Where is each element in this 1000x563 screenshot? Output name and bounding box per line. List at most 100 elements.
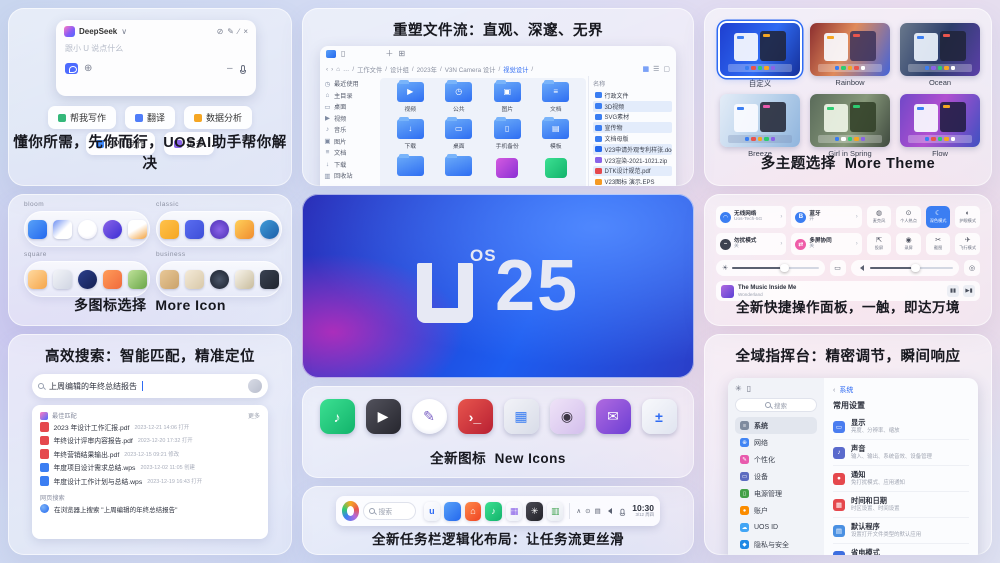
icon-set-business[interactable]: business [156, 251, 282, 297]
setting-item-display[interactable]: ▭显示亮度、分辨率、缩放 [833, 414, 969, 440]
launcher-icon[interactable] [342, 501, 359, 521]
deepseek-mode-icon[interactable] [65, 63, 78, 74]
audio-output-button[interactable]: ◎ [964, 260, 980, 276]
slider-knob[interactable] [780, 264, 789, 273]
resize-icon[interactable]: ∕ [238, 28, 239, 36]
action-analytics-button[interactable]: 数据分析 [184, 106, 252, 129]
web-search-row[interactable]: 在浏览器上搜索 "上周编辑的年终总结报告" [40, 502, 260, 516]
panel-file-row[interactable]: SVG素材 [593, 112, 672, 123]
panel-file-row[interactable]: 行政文件 [593, 90, 672, 101]
back-icon[interactable]: ‹ [326, 66, 328, 73]
dock-browser-icon[interactable]: u [424, 502, 441, 521]
tray-status-icon[interactable]: ⊙ [585, 507, 590, 515]
panel-file-row[interactable]: V23渲染-2021-1021.zip [593, 155, 672, 166]
panel-file-row[interactable]: DTK设计规范.pdf [593, 166, 672, 177]
model-selector[interactable]: DeepSeek [79, 27, 117, 36]
cc-nav-system[interactable]: ≡系统 [735, 417, 817, 434]
dock-file-manager-icon[interactable] [444, 502, 461, 521]
sidebar-item-recent[interactable]: ◷最近使用 [324, 78, 374, 90]
folder-item[interactable] [386, 156, 435, 186]
cc-nav-network[interactable]: ⊕网络 [735, 434, 817, 451]
tray-keyboard-icon[interactable]: ▤ [595, 507, 601, 515]
cc-nav-privacy[interactable]: ◆隐私与安全 [735, 536, 817, 553]
back-icon[interactable]: ‹ [833, 387, 835, 394]
folder-item[interactable]: ◷公共 [435, 82, 484, 119]
setting-item-default-apps[interactable]: ▤默认程序设置打开文件类型的默认应用 [833, 518, 969, 544]
panel-file-row[interactable]: 3D视频 [593, 101, 672, 112]
sidebar-toggle-icon[interactable]: ▯ [341, 50, 345, 58]
verify-icon[interactable]: ⊘ [217, 28, 224, 36]
sidebar-item-home[interactable]: ⌂主目录 [324, 90, 374, 102]
new-folder-icon[interactable]: ⊞ [398, 50, 405, 58]
cc-nav-devices[interactable]: ▭设备 [735, 468, 817, 485]
panel-file-row[interactable]: V23图标 演示.EPS [593, 176, 672, 186]
setting-item-sound[interactable]: ♪声音输入、输出、系统音效、设备管理 [833, 440, 969, 466]
dock-app-grid-icon[interactable]: ▦ [506, 502, 523, 521]
dark-mode-tile[interactable]: ☾深色模式 [926, 206, 951, 228]
folder-item[interactable]: ▤模板 [532, 119, 581, 156]
pin-icon[interactable]: ✎ [227, 28, 234, 36]
multiscreen-tile[interactable]: ⇄ 多屏协同关 › [791, 233, 861, 255]
mail-app-icon[interactable]: ✉ [596, 399, 631, 434]
folder-item[interactable]: ▣图片 [483, 82, 532, 119]
icon-set-classic[interactable]: classic [156, 201, 282, 247]
search-result-row[interactable]: 年度项目设计需求总结.wps2023-12-02 11:05 创建 [40, 461, 260, 475]
dock-music-icon[interactable]: ♪ [485, 502, 502, 521]
sidebar-item-videos[interactable]: ▶视频 [324, 113, 374, 125]
dnd-tile[interactable]: – 勿扰模式关 › [716, 233, 786, 255]
music-app-icon[interactable]: ♪ [320, 399, 355, 434]
home-icon[interactable]: ⌂ [336, 66, 340, 73]
setting-item-power-save[interactable]: ▯省电模式智能降低功耗水平，延长续航时间 [833, 544, 969, 555]
folder-item[interactable] [435, 156, 484, 186]
theme-option-girl-in-spring[interactable]: Girl in Spring [810, 94, 890, 158]
sidebar-item-downloads[interactable]: ↓下载 [324, 159, 374, 171]
cc-nav-power[interactable]: ▯电源管理 [735, 485, 817, 502]
breadcrumb-segment[interactable]: V3N Camera 设计 [445, 65, 496, 74]
panel-file-row[interactable]: 文档母版 [593, 133, 672, 144]
icon-set-bloom[interactable]: bloom [24, 201, 150, 247]
breadcrumb-current[interactable]: 系统 [839, 385, 853, 395]
screenshot-tile[interactable]: ✂截图 [926, 233, 951, 255]
draw-app-icon[interactable]: ✎ [412, 399, 447, 434]
volume-slider[interactable] [851, 260, 960, 276]
theme-option-ocean[interactable]: Ocean [900, 23, 980, 89]
microphone-icon[interactable] [241, 65, 246, 72]
airplane-tile[interactable]: ✈飞行模式 [955, 233, 980, 255]
movie-app-icon[interactable]: ▶ [366, 399, 401, 434]
theme-option-flow[interactable]: Flow [900, 94, 980, 158]
record-tile[interactable]: ◉录屏 [896, 233, 921, 255]
brightness-slider[interactable]: ☀ [716, 260, 825, 276]
search-result-row[interactable]: 年终营销结果输出.pdf2023-12-15 09:21 修改 [40, 447, 260, 461]
sidebar-item-pictures[interactable]: ▣图片 [324, 136, 374, 148]
hotspot-tile[interactable]: ⊙个人热点 [896, 206, 921, 228]
theme-option-custom[interactable]: 自定义 [720, 23, 800, 89]
taskbar-clock[interactable]: 10:30 3/12 周四 [632, 504, 654, 518]
search-result-row[interactable]: 年终设计评审内容报告.pdf2023-12-20 17:32 打开 [40, 434, 260, 448]
dock-settings-icon[interactable]: ✳ [526, 502, 543, 521]
tray-notification-icon[interactable] [620, 508, 624, 514]
panel-file-row[interactable]: 宣传物 [593, 122, 672, 133]
global-search-input[interactable]: 上周编辑的年终总结报告 [32, 374, 268, 398]
display-mode-button[interactable]: ▭ [830, 260, 846, 276]
new-tab-icon[interactable]: ＋ [385, 50, 393, 58]
calculator-app-icon[interactable]: ± [642, 399, 677, 434]
tray-volume-icon[interactable] [605, 508, 612, 514]
close-icon[interactable]: × [243, 28, 248, 36]
search-result-row[interactable]: 2023 年设计工作汇报.pdf2023-12-21 14:06 打开 [40, 420, 260, 434]
sidebar-item-desktop[interactable]: ▭桌面 [324, 101, 374, 113]
breadcrumb-segment[interactable]: 设计组 [390, 65, 409, 74]
eye-protect-tile[interactable]: ◐护眼模式 [955, 206, 980, 228]
file-item[interactable] [532, 156, 581, 186]
folder-item[interactable]: ↓下载 [386, 119, 435, 156]
sidebar-item-music[interactable]: ♪音乐 [324, 124, 374, 136]
microphone-tile[interactable]: ◍麦克风 [867, 206, 892, 228]
launcher-app-icon[interactable]: ▦ [504, 399, 539, 434]
web-search-icon[interactable]: ⊕ [84, 64, 92, 74]
action-write-button[interactable]: 帮我写作 [48, 106, 116, 129]
breadcrumb-segment[interactable]: 2023年 [417, 65, 437, 74]
tray-expand-icon[interactable]: ∧ [576, 507, 581, 515]
ai-input[interactable]: 跟小 U 说点什么 [56, 39, 256, 58]
taskbar-search[interactable]: 搜索 [363, 502, 415, 520]
slider-knob[interactable] [911, 264, 920, 273]
wifi-tile[interactable]: ◠ 无线网络Uos-Tech-5G › [716, 206, 786, 228]
